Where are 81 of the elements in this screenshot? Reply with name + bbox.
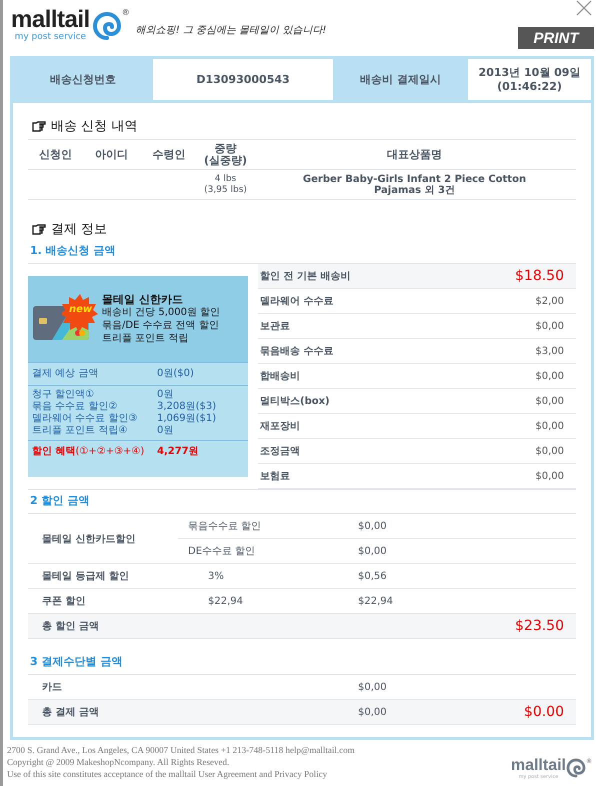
discount-value: 0원 (157, 389, 174, 401)
row-amount: $0,56 (358, 570, 387, 582)
section-title: 결제 정보 (51, 221, 108, 238)
column-header: 중량 (실중량) (198, 140, 253, 170)
fee-label: 델라웨어 수수료 (260, 295, 334, 308)
discount-amount: $0,00 (357, 520, 388, 532)
fee-label: 보관료 (260, 320, 290, 333)
row-label: 몰테일 등급제 할인 (41, 570, 130, 583)
column-header: 신청인 (28, 140, 83, 170)
row-label: 쿠폰 할인 (41, 595, 86, 608)
fee-value: $0,00 (535, 470, 564, 482)
fee-label: 묶음배송 수수료 (260, 345, 334, 358)
footer-text: Copyright @ 2009 MakeshopNcompany. All Rights Reseved. (7, 756, 230, 768)
new-label: new (69, 304, 92, 315)
footer-logo-wordmark: malltail (510, 758, 566, 774)
discount-label: 묶음 수수료 할인② (32, 401, 118, 413)
fee-label: 할인 전 기본 배송비 (260, 270, 350, 283)
weight-cell: 4 lbs (3,95 lbs) (198, 170, 253, 200)
logo-tagline: my post service (14, 32, 86, 43)
subsection-title: 3 결제수단별 금액 (28, 651, 576, 675)
summary-label: 배송비 결제일시 (333, 59, 468, 100)
row-label: 카드 (41, 681, 63, 694)
discount-detail: 묶음수수료 할인 (187, 520, 262, 533)
fee-label: 보험료 (260, 470, 290, 483)
pointing-hand-icon (32, 120, 46, 132)
discount-label: 몰테일 신한카드할인 (41, 532, 136, 546)
fee-value: $18.50 (515, 268, 564, 284)
promo-title: 몰테일 신한카드 (102, 293, 184, 306)
fee-value: $0,00 (535, 420, 564, 432)
benefit-value: 4,277원 (157, 445, 200, 459)
row-label: 총 결제 금액 (41, 706, 100, 719)
discount-value: 3,208원($3) (157, 401, 218, 413)
row-amount: $0,00 (358, 706, 387, 718)
promo-line: 묶음/DE 수수료 전액 할인 (102, 319, 220, 332)
print-button[interactable]: PRINT (518, 27, 594, 49)
footer-text: Use of this site constitutes acceptance of the malltail User Agreement and Privacy Policy (7, 768, 328, 780)
row-label: 총 할인 금액 (41, 620, 100, 633)
row-detail: $22,94 (208, 596, 243, 606)
row-amount: $22,94 (358, 596, 393, 606)
summary-label: 배송신청번호 (13, 59, 153, 100)
fee-label: 멀티박스(box) (260, 395, 330, 408)
column-header: 대표상품명 (253, 140, 576, 170)
promo-line: 트리플 포인트 적립 (102, 332, 190, 345)
starburst-icon (62, 294, 98, 330)
fee-value: $0,00 (535, 396, 564, 406)
subsection-title: 2 할인 금액 (28, 490, 576, 514)
fee-value: $2,00 (535, 296, 564, 306)
expected-amount-label: 결제 예상 금액 (32, 367, 100, 381)
fee-label: 재포장비 (260, 420, 300, 433)
fee-value: $0,00 (535, 446, 564, 456)
total-amount: $0.00 (524, 704, 564, 720)
footer-text: 2700 S. Grand Ave., Los Angeles, CA 90007 United States +1 213-748-5118 help@malltail.com (7, 744, 355, 756)
row-detail: 3% (208, 570, 224, 582)
close-icon[interactable] (576, 0, 592, 16)
discount-label: 청구 할인액① (32, 389, 96, 401)
discount-detail: DE수수료 할인 (187, 545, 256, 558)
registered-mark: ® (122, 8, 130, 17)
product-name-cell: Gerber Baby-Girls Infant 2 Piece Cotton Pajamas 외 3건 (253, 170, 576, 200)
fee-value: $0,00 (535, 370, 564, 382)
row-amount: $0,00 (358, 682, 387, 692)
total-amount: $23.50 (515, 618, 564, 634)
discount-value: 1,069원($1) (157, 413, 218, 425)
column-header: 아이디 (83, 140, 140, 170)
fee-label: 합배송비 (260, 370, 300, 383)
discount-amount: $0,00 (357, 546, 388, 556)
pointing-hand-icon (32, 224, 46, 234)
promo-line: 배송비 건당 5,000원 할인 (102, 306, 220, 319)
discount-value: 0원 (157, 425, 174, 437)
swirl-logo-icon (92, 11, 122, 41)
benefit-label: 할인 혜택(①+②+③+④) (32, 445, 146, 459)
section-title: 배송 신청 내역 (51, 118, 138, 135)
column-header: 수령인 (140, 140, 198, 170)
discount-label: 델라웨어 수수료 할인③ (32, 413, 138, 425)
logo-wordmark: malltail (11, 8, 90, 32)
fee-value: $3,00 (535, 346, 564, 356)
fee-value: $0,00 (535, 320, 564, 332)
discount-label: 트리플 포인트 적립④ (32, 425, 128, 437)
slogan: 해외쇼핑! 그 중심에는 몰테일이 있습니다! (136, 24, 326, 37)
fee-label: 조정금액 (260, 445, 300, 458)
expected-amount-value: 0원($0) (157, 367, 195, 381)
swirl-logo-icon (566, 758, 586, 778)
